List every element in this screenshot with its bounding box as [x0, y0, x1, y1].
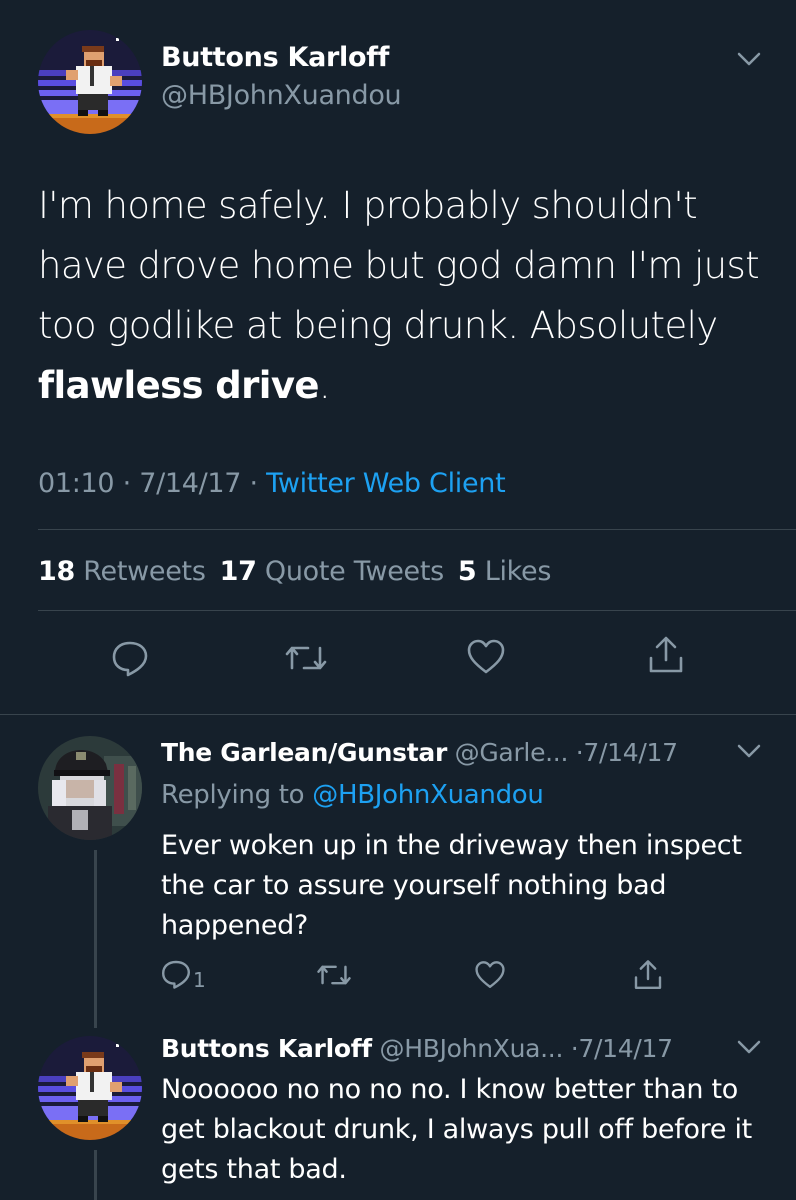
- reply-icon[interactable]: [160, 958, 192, 994]
- reply-date[interactable]: ·7/14/17: [571, 1034, 673, 1063]
- replying-to-line: Replying to @HBJohnXuandou: [161, 780, 544, 810]
- tweet-time[interactable]: 01:10: [38, 468, 115, 499]
- replying-prefix: Replying to: [161, 780, 305, 810]
- reply-header: Buttons Karloff @HBJohnXua... ·7/14/17: [161, 1034, 673, 1063]
- reply-text: Noooooo no no no no. I know better than …: [161, 1074, 752, 1185]
- likes-label: Likes: [484, 556, 552, 587]
- tweet-date[interactable]: 7/14/17: [139, 468, 241, 499]
- reply-text: Ever woken up in the driveway then inspe…: [161, 830, 742, 941]
- tweet-client-link[interactable]: Twitter Web Client: [266, 468, 506, 499]
- retweets-stat[interactable]: 18 Retweets: [38, 556, 206, 587]
- reply-author-name[interactable]: Buttons Karloff: [161, 1034, 372, 1063]
- retweets-count: 18: [38, 556, 75, 587]
- divider: [0, 714, 796, 715]
- retweet-icon[interactable]: [284, 640, 328, 680]
- author-avatar[interactable]: [38, 30, 142, 134]
- likes-stat[interactable]: 5 Likes: [457, 556, 552, 587]
- tweet-text-end: .: [318, 364, 331, 407]
- reply-date[interactable]: ·7/14/17: [576, 738, 678, 767]
- divider: [38, 529, 796, 530]
- tweet-timestamp-line: 01:10 · 7/14/17 · Twitter Web Client: [38, 468, 506, 499]
- meta-separator: ·: [122, 468, 132, 499]
- likes-count: 5: [457, 556, 477, 587]
- reply-author-name[interactable]: The Garlean/Gunstar: [161, 738, 447, 767]
- divider: [38, 610, 796, 611]
- character-avatar-image: [38, 736, 142, 840]
- author-handle[interactable]: @HBJohnXuandou: [161, 80, 402, 111]
- like-icon[interactable]: [466, 638, 506, 680]
- reply-count: 1: [193, 968, 206, 992]
- tweet-text: I'm home safely. I probably shouldn't ha…: [38, 176, 768, 416]
- retweets-label: Retweets: [83, 556, 206, 587]
- meta-separator: ·: [249, 468, 259, 499]
- pixel-avatar-image: [38, 1036, 142, 1140]
- quotes-stat[interactable]: 17 Quote Tweets: [219, 556, 445, 587]
- like-icon[interactable]: [474, 960, 506, 994]
- tweet-stats: 18 Retweets 17 Quote Tweets 5 Likes: [38, 556, 551, 587]
- reply-header: The Garlean/Gunstar @Garle... ·7/14/17: [161, 738, 678, 767]
- reply-avatar[interactable]: [38, 1036, 142, 1140]
- author-name[interactable]: Buttons Karloff: [161, 42, 389, 73]
- quotes-count: 17: [219, 556, 257, 587]
- quotes-label: Quote Tweets: [264, 556, 444, 587]
- reply-icon[interactable]: [110, 638, 150, 682]
- pixel-avatar-image: [38, 30, 142, 134]
- chevron-down-icon[interactable]: [736, 742, 762, 764]
- chevron-down-icon[interactable]: [736, 50, 762, 72]
- thread-line: [94, 1150, 97, 1200]
- share-icon[interactable]: [632, 958, 664, 996]
- reply-avatar[interactable]: [38, 736, 142, 840]
- share-icon[interactable]: [646, 634, 686, 680]
- reply-author-handle[interactable]: @Garle...: [455, 738, 569, 767]
- reply-author-handle[interactable]: @HBJohnXua...: [380, 1034, 564, 1063]
- tweet-text-part: I'm home safely. I probably shouldn't ha…: [38, 184, 760, 347]
- thread-line: [94, 850, 97, 1028]
- retweet-icon[interactable]: [316, 960, 352, 994]
- replying-to-link[interactable]: @HBJohnXuandou: [312, 780, 544, 810]
- tweet-text-bold: flawless drive: [38, 364, 319, 407]
- chevron-down-icon[interactable]: [736, 1038, 762, 1060]
